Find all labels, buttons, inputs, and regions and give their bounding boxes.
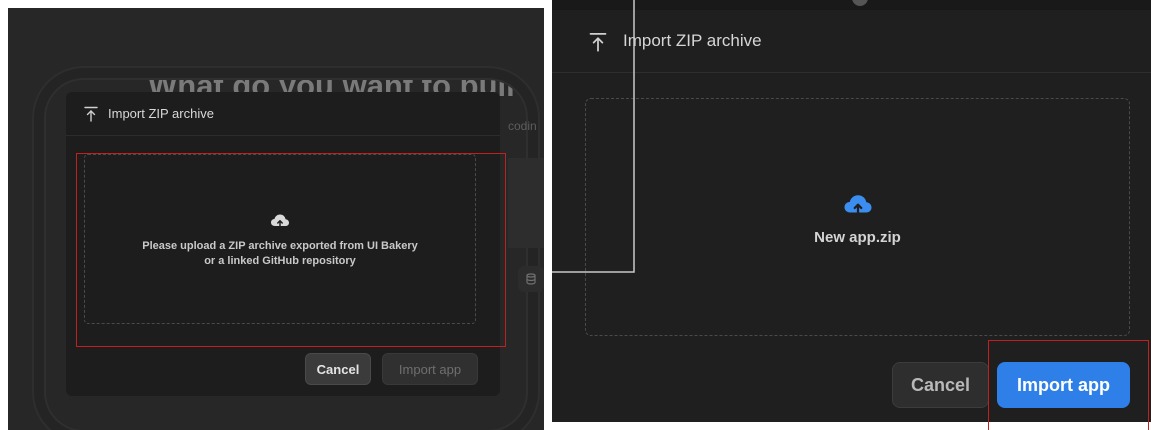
upload-icon	[589, 33, 607, 52]
dialog-header: Import ZIP archive	[552, 10, 1151, 73]
upload-icon	[84, 106, 98, 122]
dialog-title: Import ZIP archive	[623, 31, 762, 50]
background-text-fragment	[852, 0, 868, 6]
upload-hint-line: or a linked GitHub repository	[204, 255, 356, 267]
upload-hint-line: Please upload a ZIP archive exported fro…	[142, 240, 418, 252]
cancel-button[interactable]: Cancel	[892, 362, 989, 408]
background-panel	[508, 158, 544, 248]
right-screen: Import ZIP archive New app.zip Cancel Im…	[552, 0, 1151, 422]
dialog-title: Import ZIP archive	[108, 106, 214, 121]
import-zip-dialog-empty: Import ZIP archive Please upload a ZIP a…	[66, 92, 500, 396]
database-icon	[518, 266, 544, 292]
import-app-button[interactable]: Import app	[997, 362, 1130, 408]
cloud-upload-icon	[271, 214, 289, 229]
comparison-canvas: What do you want to buil codin Import ZI…	[0, 0, 1151, 430]
file-drop-zone[interactable]: Please upload a ZIP archive exported fro…	[84, 154, 476, 324]
dialog-header: Import ZIP archive	[66, 92, 500, 136]
background-faint-text: codin	[508, 119, 537, 133]
cancel-button[interactable]: Cancel	[305, 353, 371, 385]
selected-file-name: New app.zip	[814, 229, 901, 246]
upload-hint: Please upload a ZIP archive exported fro…	[85, 239, 475, 269]
file-drop-zone[interactable]: New app.zip	[585, 98, 1130, 336]
background-strip	[552, 0, 1151, 10]
import-app-button[interactable]: Import app	[382, 353, 478, 385]
cloud-upload-icon	[844, 195, 872, 216]
